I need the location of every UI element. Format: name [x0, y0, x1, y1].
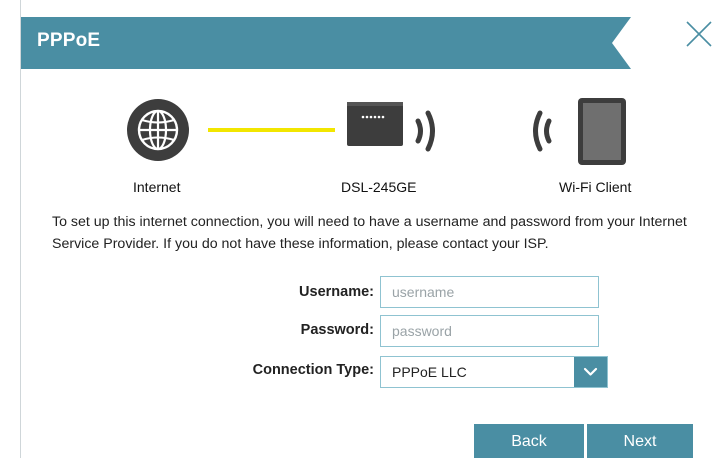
instructions-text: To set up this internet connection, you … — [52, 214, 687, 252]
wifi-signal-icon — [415, 110, 435, 152]
tablet-icon — [578, 98, 626, 165]
device-label-internet: Internet — [133, 179, 181, 195]
dropdown-toggle[interactable] — [574, 357, 607, 387]
password-label: Password: — [300, 322, 374, 338]
network-diagram — [127, 98, 626, 165]
username-label: Username: — [299, 284, 374, 300]
device-label-modem: DSL-245GE — [341, 179, 417, 195]
next-button[interactable]: Next — [587, 424, 693, 458]
username-input[interactable] — [380, 276, 599, 308]
device-label-client: Wi-Fi Client — [559, 179, 632, 195]
connection-type-label: Connection Type: — [252, 362, 374, 378]
connection-type-select[interactable]: PPPoE LLC — [380, 356, 608, 388]
router-icon — [347, 102, 403, 146]
wifi-signal-icon — [533, 110, 552, 152]
back-button[interactable]: Back — [474, 424, 584, 458]
connection-type-value: PPPoE LLC — [392, 364, 467, 380]
globe-icon — [127, 99, 189, 161]
chevron-down-icon — [583, 367, 598, 376]
password-input[interactable] — [380, 315, 599, 347]
